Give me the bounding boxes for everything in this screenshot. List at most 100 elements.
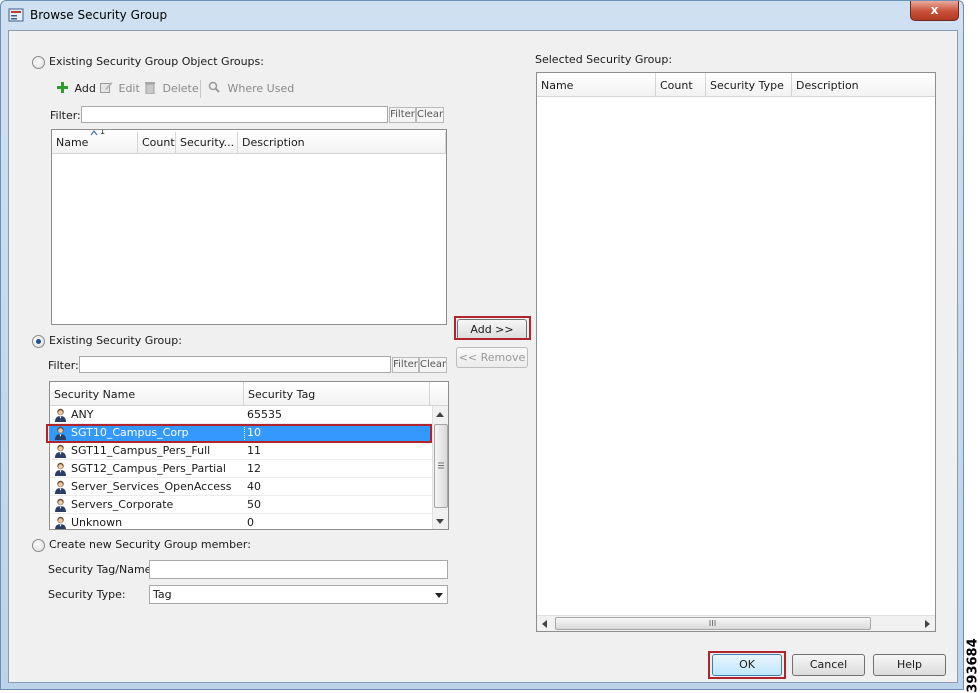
scroll-right-icon[interactable]: [925, 620, 930, 628]
security-name-cell: Servers_Corporate: [71, 498, 174, 511]
dialog-body: Existing Security Group Object Groups: A…: [8, 30, 958, 683]
selected-security-group-table[interactable]: Name Count Security Type Description: [536, 72, 936, 632]
security-tag-name-label: Security Tag/Name:: [48, 563, 156, 576]
user-icon: [55, 516, 66, 529]
scroll-thumb[interactable]: [434, 424, 448, 508]
edit-object-group-button[interactable]: Edit: [100, 81, 140, 97]
table-row[interactable]: Server_Services_OpenAccess 40: [50, 478, 434, 496]
selected-table-header: Name Count Security Type Description: [537, 73, 935, 97]
col-description[interactable]: Description: [238, 132, 446, 153]
existing-security-group-label: Existing Security Group:: [49, 334, 182, 347]
col-selected-security-type[interactable]: Security Type: [706, 73, 792, 96]
user-icon: [55, 462, 66, 476]
user-icon: [55, 498, 66, 512]
scroll-left-icon[interactable]: [542, 620, 547, 628]
security-group-filter-input[interactable]: [79, 356, 391, 373]
selected-security-group-label: Selected Security Group:: [535, 53, 673, 66]
object-groups-table[interactable]: Name Count Security... Description 1: [51, 129, 447, 325]
dialog-window: Browse Security Group x Existing Securit…: [0, 0, 964, 690]
security-name-cell: ANY: [71, 408, 94, 421]
security-group-filter-button[interactable]: Filter: [392, 357, 419, 373]
add-button-highlight: [454, 316, 531, 340]
title-bar: Browse Security Group x: [1, 1, 963, 29]
security-tag-cell: 12: [247, 462, 261, 475]
security-group-scrollbar[interactable]: [432, 406, 448, 529]
security-type-value: Tag: [153, 588, 172, 601]
plus-icon: [57, 82, 68, 93]
security-tag-cell: 50: [247, 498, 261, 511]
object-groups-filter-input[interactable]: [81, 106, 388, 123]
security-name-cell: Server_Services_OpenAccess: [71, 480, 232, 493]
cancel-button[interactable]: Cancel: [792, 654, 865, 676]
where-used-label: Where Used: [227, 82, 295, 95]
delete-object-group-button[interactable]: Delete: [144, 81, 199, 97]
table-row[interactable]: SGT12_Campus_Pers_Partial 12: [50, 460, 434, 478]
hscroll-thumb[interactable]: [555, 617, 871, 630]
security-group-filter-label: Filter:: [48, 359, 79, 372]
app-icon: [8, 8, 24, 22]
object-groups-filter-label: Filter:: [50, 109, 81, 122]
col-count[interactable]: Count: [138, 132, 176, 153]
user-icon: [55, 480, 66, 494]
radio-create-new-member[interactable]: [32, 539, 45, 552]
security-tag-cell: 11: [247, 444, 261, 457]
edit-label: Edit: [118, 82, 140, 95]
col-security-name[interactable]: Security Name: [50, 382, 244, 405]
close-button[interactable]: x: [910, 1, 959, 21]
table-row[interactable]: Servers_Corporate 50: [50, 496, 434, 514]
table-row[interactable]: Unknown 0: [50, 514, 434, 529]
security-tag-name-input[interactable]: [149, 560, 448, 579]
edit-icon: [100, 82, 113, 93]
security-group-table[interactable]: Security Name Security Tag ANY 65535 SGT10…: [49, 381, 449, 530]
scroll-down-icon[interactable]: [436, 519, 444, 524]
ok-button-highlight: [708, 651, 786, 679]
selected-table-hscrollbar[interactable]: [537, 615, 935, 631]
add-object-group-button[interactable]: Add: [57, 81, 96, 97]
remove-from-selected-button[interactable]: << Remove: [456, 347, 528, 368]
close-icon: x: [930, 3, 939, 17]
security-tag-cell: 40: [247, 480, 261, 493]
security-type-label: Security Type:: [48, 588, 126, 601]
help-button[interactable]: Help: [873, 654, 946, 676]
security-group-table-header: Security Name Security Tag: [50, 382, 448, 406]
radio-existing-security-group[interactable]: [32, 335, 45, 348]
magnifier-icon: [208, 81, 220, 93]
create-member-label: Create new Security Group member:: [49, 538, 251, 551]
user-icon: [55, 408, 66, 422]
where-used-button[interactable]: Where Used: [208, 81, 294, 97]
figure-id-wrapper: 393684: [962, 638, 980, 693]
user-icon: [55, 444, 66, 458]
object-groups-clear-button[interactable]: Clear: [416, 107, 444, 123]
sort-order-number: 1: [100, 129, 106, 136]
trash-icon: [145, 82, 155, 95]
figure-id: 393684: [965, 638, 980, 693]
security-tag-cell: 65535: [247, 408, 282, 421]
add-label: Add: [74, 82, 96, 95]
col-security[interactable]: Security...: [176, 132, 238, 153]
grip-icon: [709, 620, 716, 626]
selected-row-highlight: [46, 424, 432, 443]
grip-icon: [438, 462, 444, 469]
toolbar-divider: [200, 80, 201, 98]
object-groups-label: Existing Security Group Object Groups:: [49, 55, 264, 68]
security-tag-cell: 0: [247, 516, 254, 529]
window-title: Browse Security Group: [30, 8, 168, 22]
col-selected-name[interactable]: Name: [537, 73, 656, 96]
radio-object-groups[interactable]: [32, 56, 45, 69]
security-group-clear-button[interactable]: Clear: [419, 357, 447, 373]
security-name-cell: SGT11_Campus_Pers_Full: [71, 444, 211, 457]
chevron-down-icon: [435, 593, 443, 598]
sort-ascending-icon: [90, 130, 98, 136]
col-selected-description[interactable]: Description: [792, 73, 935, 96]
col-selected-count[interactable]: Count: [656, 73, 706, 96]
table-row[interactable]: SGT11_Campus_Pers_Full 11: [50, 442, 434, 460]
security-type-select[interactable]: Tag: [149, 585, 448, 604]
col-security-tag[interactable]: Security Tag: [244, 382, 430, 405]
delete-label: Delete: [162, 82, 199, 95]
object-groups-table-header: Name Count Security... Description: [52, 132, 446, 154]
security-name-cell: Unknown: [71, 516, 123, 529]
scroll-up-icon[interactable]: [436, 412, 444, 417]
object-groups-filter-button[interactable]: Filter: [389, 107, 416, 123]
security-name-cell: SGT12_Campus_Pers_Partial: [71, 462, 226, 475]
table-row[interactable]: ANY 65535: [50, 406, 434, 424]
